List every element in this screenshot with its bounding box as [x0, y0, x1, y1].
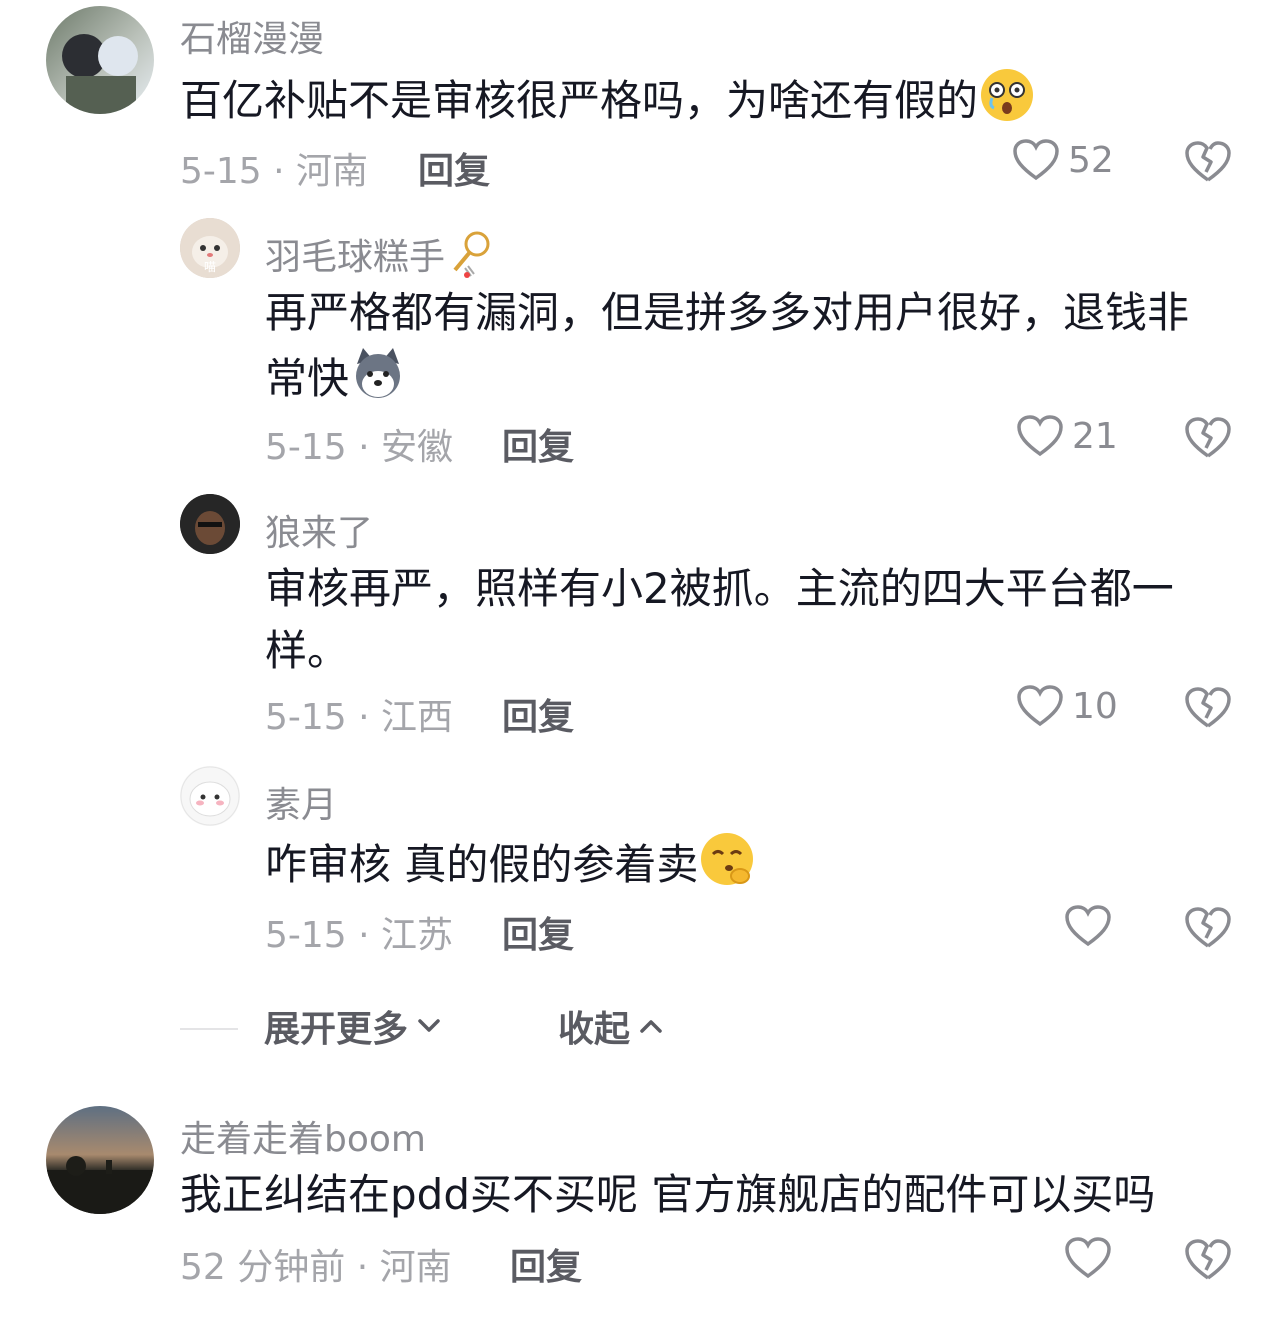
like-button[interactable]: 10 [1016, 684, 1118, 728]
comment-meta: 52 分钟前 · 河南 [180, 1247, 452, 1288]
chevron-up-icon [640, 1020, 662, 1033]
avatar[interactable] [180, 494, 240, 554]
reply-button[interactable]: 回复 [502, 688, 574, 740]
username[interactable]: 石榴漫漫 [180, 10, 324, 62]
like-button[interactable] [1064, 904, 1120, 948]
expand-more-button[interactable]: 展开更多 [264, 1000, 446, 1052]
heart-icon [1013, 139, 1059, 181]
like-count: 10 [1072, 685, 1118, 727]
dislike-button[interactable] [1184, 906, 1232, 954]
avatar[interactable] [180, 766, 240, 826]
username[interactable]: 走着走着boom [180, 1110, 426, 1162]
expand-label: 展开更多 [264, 1009, 409, 1050]
broken-heart-icon [1185, 907, 1231, 948]
husky-dog-emoji-icon [349, 344, 407, 419]
username[interactable]: 羽毛球糕手 [265, 228, 495, 289]
comment-text: 咋审核 真的假的参着卖 [265, 830, 1225, 905]
username[interactable]: 狼来了 [265, 504, 373, 556]
chevron-down-icon [418, 1019, 440, 1032]
thinking-face-emoji-icon [698, 830, 756, 905]
dislike-button[interactable] [1184, 416, 1232, 464]
reply-button[interactable]: 回复 [502, 418, 574, 470]
badminton-icon [445, 230, 495, 289]
avatar-illustration [180, 766, 240, 826]
broken-heart-icon [1185, 141, 1231, 182]
heart-icon [1017, 685, 1063, 727]
heart-icon [1065, 1237, 1111, 1279]
broken-heart-icon [1185, 417, 1231, 458]
broken-heart-icon [1185, 687, 1231, 728]
avatar-illustration [180, 494, 240, 554]
crying-surprised-emoji-icon [978, 66, 1036, 141]
comment-text: 审核再严，照样有小2被抓。主流的四大平台都一样。 [265, 564, 1174, 675]
comment-meta: 5-15 · 江西 [265, 697, 454, 738]
avatar[interactable] [46, 1106, 154, 1214]
reply-button[interactable]: 回复 [418, 142, 490, 194]
reply-button[interactable]: 回复 [510, 1238, 582, 1290]
collapse-button[interactable]: 收起 [558, 1000, 668, 1052]
heart-icon [1017, 415, 1063, 457]
comment-meta: 5-15 · 河南 [180, 151, 369, 192]
dislike-button[interactable] [1184, 1238, 1232, 1286]
like-button[interactable] [1064, 1236, 1120, 1280]
divider [180, 1028, 238, 1030]
collapse-label: 收起 [558, 1009, 631, 1050]
comment-meta: 5-15 · 江苏 [265, 915, 454, 956]
dislike-button[interactable] [1184, 140, 1232, 188]
like-button[interactable]: 21 [1016, 414, 1118, 458]
reply-button[interactable]: 回复 [502, 906, 574, 958]
like-count: 52 [1068, 139, 1114, 181]
comment-text: 我正纠结在pdd买不买呢 官方旗舰店的配件可以买吗 [180, 1170, 1156, 1219]
avatar-illustration [62, 34, 138, 114]
avatar-caption: 喵 [204, 260, 217, 274]
avatar[interactable]: 喵 [180, 218, 240, 278]
avatar-illustration [46, 1156, 154, 1214]
comment-meta: 5-15 · 安徽 [265, 427, 454, 468]
like-count: 21 [1072, 415, 1118, 457]
avatar[interactable] [46, 6, 154, 114]
dislike-button[interactable] [1184, 686, 1232, 734]
like-button[interactable]: 52 [1012, 138, 1114, 182]
username[interactable]: 素月 [265, 776, 337, 828]
heart-icon [1065, 905, 1111, 947]
comment-text: 再严格都有漏洞，但是拼多多对用户很好，退钱非常快 [265, 282, 1225, 419]
comment-text: 百亿补贴不是审核很严格吗，为啥还有假的 [180, 66, 1180, 141]
broken-heart-icon [1185, 1239, 1231, 1280]
